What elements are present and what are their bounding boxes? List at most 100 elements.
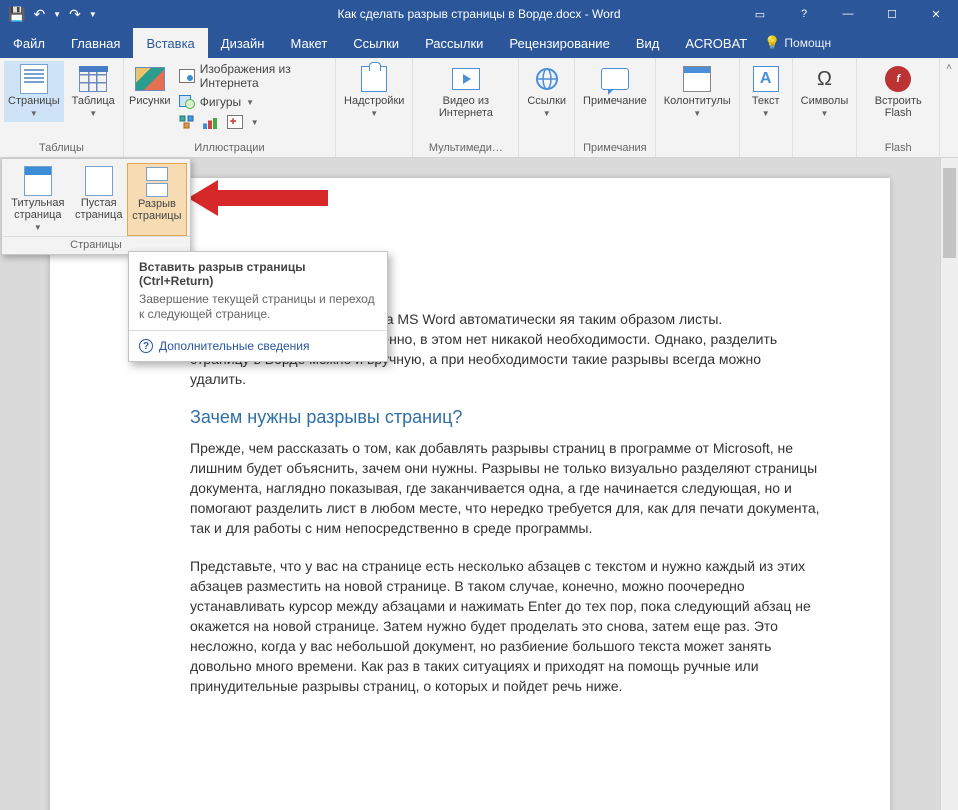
window-controls: ▭ ? — ☐ ✕ — [738, 0, 958, 28]
video-icon — [452, 68, 480, 90]
tab-mailings[interactable]: Рассылки — [412, 28, 496, 58]
header-footer-button[interactable]: Колонтитулы ▼ — [660, 61, 735, 122]
pictures-label: Рисунки — [129, 95, 171, 107]
group-label-illustrations: Иллюстрации — [128, 140, 331, 157]
maximize-button[interactable]: ☐ — [870, 0, 914, 28]
tab-layout[interactable]: Макет — [277, 28, 340, 58]
lightbulb-icon: 💡 — [764, 35, 780, 51]
blank-page-button[interactable]: Пустая страница — [71, 163, 127, 236]
tab-home[interactable]: Главная — [58, 28, 133, 58]
symbols-button[interactable]: Ω Символы ▼ — [797, 61, 853, 122]
comment-icon — [601, 68, 629, 90]
chevron-down-icon: ▼ — [251, 118, 259, 127]
tooltip-body: Завершение текущей страницы и переход к … — [129, 292, 387, 330]
tab-view[interactable]: Вид — [623, 28, 673, 58]
tell-me-search[interactable]: 💡 Помощн — [764, 28, 831, 58]
flash-label: Встроить Flash — [865, 95, 931, 119]
pictures-button[interactable]: Рисунки — [128, 61, 172, 109]
tab-references[interactable]: Ссылки — [340, 28, 412, 58]
tooltip-more-info-link[interactable]: ? Дополнительные сведения — [129, 330, 387, 361]
screenshot-icon — [227, 115, 243, 129]
doc-paragraph-3: Представьте, что у вас на странице есть … — [190, 556, 820, 696]
group-label-media: Мультимеди… — [417, 140, 514, 157]
chevron-down-icon: ▼ — [762, 108, 770, 120]
scrollbar-thumb[interactable] — [943, 168, 956, 258]
page-icon — [20, 64, 48, 94]
online-pictures-button[interactable]: Изображения из Интернета — [176, 61, 331, 91]
flash-icon: f — [885, 66, 911, 92]
tab-insert[interactable]: Вставка — [133, 28, 207, 58]
help-icon[interactable]: ? — [782, 0, 826, 28]
doc-heading-2: Зачем нужны разрывы страниц? — [190, 407, 820, 428]
comment-button[interactable]: Примечание — [579, 61, 651, 109]
pages-dropdown: Титульная страница ▼ Пустая страница Раз… — [1, 158, 191, 255]
vertical-scrollbar[interactable] — [940, 158, 958, 810]
chart-icon — [203, 115, 219, 129]
undo-icon[interactable]: ↶ — [33, 6, 45, 23]
titlebar: 💾 ↶ ▼ ↷ ▼ Как сделать разрыв страницы в … — [0, 0, 958, 28]
tooltip-link-label: Дополнительные сведения — [159, 339, 309, 353]
redo-icon[interactable]: ↷ — [69, 6, 81, 23]
shapes-icon — [179, 95, 195, 109]
pages-label: Страницы — [8, 95, 60, 107]
save-icon[interactable]: 💾 — [8, 6, 25, 23]
help-circle-icon: ? — [139, 339, 153, 353]
link-icon — [534, 66, 560, 92]
flash-button[interactable]: f Встроить Flash — [861, 61, 935, 121]
symbols-label: Символы — [801, 95, 849, 107]
text-button[interactable]: A Текст ▼ — [744, 61, 788, 122]
screenshot-button[interactable] — [227, 114, 243, 130]
group-label-comments: Примечания — [579, 140, 651, 157]
tab-review[interactable]: Рецензирование — [496, 28, 622, 58]
blank-page-label: Пустая страница — [75, 197, 123, 221]
text-icon: A — [753, 66, 779, 92]
addins-button[interactable]: Надстройки ▼ — [340, 61, 408, 122]
smartart-button[interactable] — [179, 114, 195, 130]
close-button[interactable]: ✕ — [914, 0, 958, 28]
ribbon-options-icon[interactable]: ▭ — [738, 0, 782, 28]
tab-acrobat[interactable]: ACROBAT — [672, 28, 760, 58]
online-video-button[interactable]: Видео из Интернета — [417, 61, 514, 121]
minimize-button[interactable]: — — [826, 0, 870, 28]
cover-page-label: Титульная страница — [9, 197, 67, 221]
doc-paragraph-2: Прежде, чем рассказать о том, как добавл… — [190, 438, 820, 538]
chevron-down-icon: ▼ — [821, 108, 829, 120]
text-label: Текст — [752, 95, 780, 107]
table-label: Таблица — [72, 95, 115, 107]
tell-me-label: Помощн — [784, 36, 831, 50]
header-icon — [683, 66, 711, 92]
tab-file[interactable]: Файл — [0, 28, 58, 58]
table-button[interactable]: Таблица ▼ — [68, 61, 119, 122]
undo-dropdown-icon[interactable]: ▼ — [53, 10, 61, 19]
chevron-down-icon: ▼ — [30, 108, 38, 120]
smartart-icon — [179, 115, 195, 129]
shapes-button[interactable]: Фигуры ▼ — [176, 93, 331, 111]
omega-icon: Ω — [811, 66, 837, 92]
page-break-button[interactable]: Разрыв страницы — [127, 163, 187, 236]
collapse-ribbon-icon[interactable]: ˄ — [940, 58, 958, 157]
links-button[interactable]: Ссылки ▼ — [523, 61, 570, 122]
table-icon — [79, 66, 107, 92]
tab-design[interactable]: Дизайн — [208, 28, 278, 58]
group-label-addins — [340, 152, 408, 157]
cover-page-icon — [24, 166, 52, 196]
header-label: Колонтитулы — [664, 95, 731, 107]
page-break-icon — [143, 167, 171, 197]
chart-button[interactable] — [203, 114, 219, 130]
pages-button[interactable]: Страницы ▼ — [4, 61, 64, 122]
window-title: Как сделать разрыв страницы в Ворде.docx… — [337, 7, 620, 21]
cover-page-button[interactable]: Титульная страница ▼ — [5, 163, 71, 236]
page-break-tooltip: Вставить разрыв страницы (Ctrl+Return) З… — [128, 251, 388, 362]
addins-icon — [361, 66, 387, 92]
chevron-down-icon: ▼ — [543, 108, 551, 120]
online-pictures-icon — [179, 69, 195, 83]
tooltip-title: Вставить разрыв страницы (Ctrl+Return) — [129, 252, 387, 292]
qat-customize-icon[interactable]: ▼ — [89, 10, 97, 19]
comment-label: Примечание — [583, 95, 647, 107]
group-label-tables: Таблицы — [4, 140, 119, 157]
chevron-down-icon: ▼ — [34, 222, 42, 234]
chevron-down-icon: ▼ — [370, 108, 378, 120]
page-break-label: Разрыв страницы — [132, 198, 182, 222]
chevron-down-icon: ▼ — [89, 108, 97, 120]
annotation-arrow — [188, 178, 328, 218]
